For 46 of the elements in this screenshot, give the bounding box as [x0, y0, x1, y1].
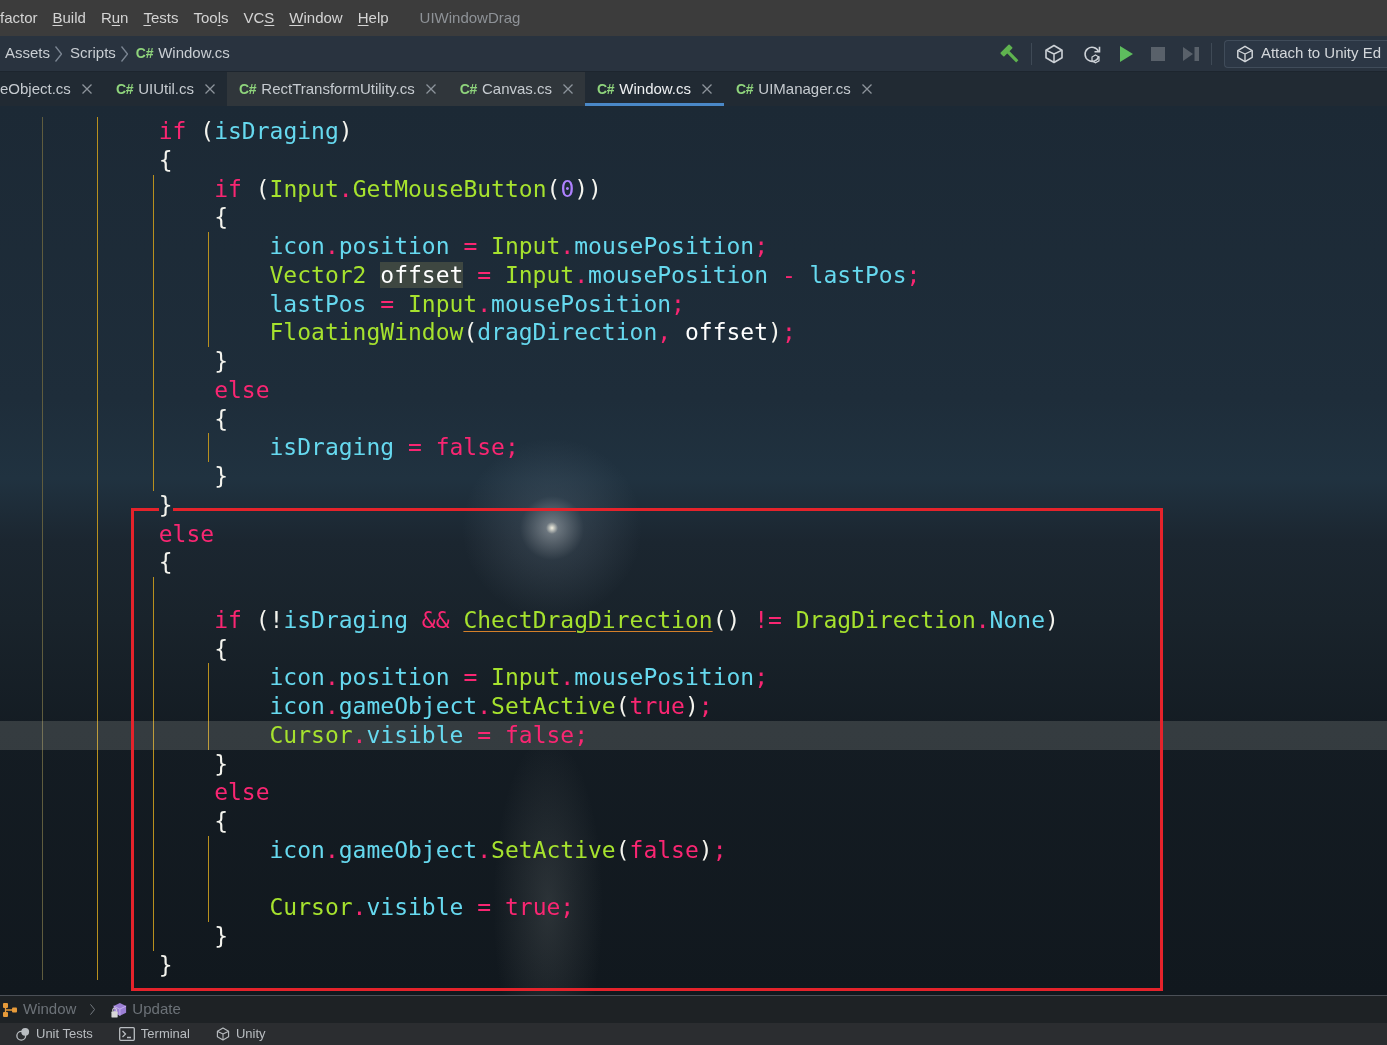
- terminal-icon: [118, 1027, 135, 1041]
- editor-tab[interactable]: eObject.cs: [0, 72, 104, 106]
- editor-tab[interactable]: C# Canvas.cs: [447, 72, 585, 106]
- cube-lock-icon: [111, 1001, 128, 1018]
- tool-window-button[interactable]: Unit Tests: [16, 1024, 93, 1044]
- editor-tab[interactable]: C# UIUtil.cs: [103, 72, 227, 106]
- csharp-file-icon: C#: [135, 43, 154, 64]
- menu-item[interactable]: factor: [0, 8, 38, 28]
- menu-item[interactable]: Build: [52, 8, 86, 28]
- close-icon[interactable]: [861, 84, 872, 94]
- project-title: UIWindowDrag: [419, 7, 521, 28]
- breadcrumb-item[interactable]: Assets: [5, 42, 50, 65]
- play-icon[interactable]: [1119, 45, 1133, 62]
- close-icon[interactable]: [81, 84, 92, 94]
- csharp-file-icon: C#: [239, 78, 257, 100]
- menu-item[interactable]: Help: [357, 8, 389, 28]
- attach-button[interactable]: Attach to Unity Ed: [1223, 39, 1387, 68]
- csharp-file-icon: C#: [115, 78, 134, 100]
- menu-item[interactable]: Tests: [143, 8, 179, 28]
- chevron-right-icon: [90, 1004, 96, 1015]
- cube-outline-icon: [215, 1027, 230, 1041]
- close-icon[interactable]: [425, 84, 436, 94]
- hammer-icon[interactable]: [999, 44, 1019, 63]
- editor-tab[interactable]: C# RectTransformUtility.cs: [227, 72, 448, 106]
- breadcrumb-item[interactable]: C# Window.cs: [135, 42, 230, 65]
- csharp-file-icon: C#: [597, 78, 615, 100]
- breadcrumb-item[interactable]: Scripts: [70, 42, 116, 65]
- csharp-file-icon: C#: [459, 78, 477, 100]
- chevron-right-icon: [55, 45, 62, 62]
- tests-icon: [16, 1027, 30, 1041]
- editor-tab[interactable]: C# UIManager.cs: [724, 72, 884, 106]
- csharp-file-icon: C#: [736, 78, 754, 100]
- hierarchy-icon: [2, 1001, 18, 1018]
- refresh-icon[interactable]: [1081, 43, 1102, 64]
- menu-item[interactable]: VCS: [243, 8, 275, 28]
- menu-item[interactable]: Tools: [193, 8, 229, 28]
- menu-item[interactable]: Run: [100, 8, 129, 28]
- close-icon[interactable]: [702, 84, 712, 94]
- tool-window-button[interactable]: Terminal: [118, 1024, 190, 1044]
- chevron-right-icon: [120, 45, 128, 62]
- cube-outline-icon: [1235, 44, 1254, 63]
- menu-item[interactable]: Window: [289, 8, 343, 28]
- close-icon[interactable]: [563, 84, 573, 94]
- close-icon[interactable]: [205, 84, 215, 94]
- cube-outline-icon[interactable]: [1043, 43, 1064, 64]
- tool-window-button[interactable]: Unity: [215, 1024, 266, 1044]
